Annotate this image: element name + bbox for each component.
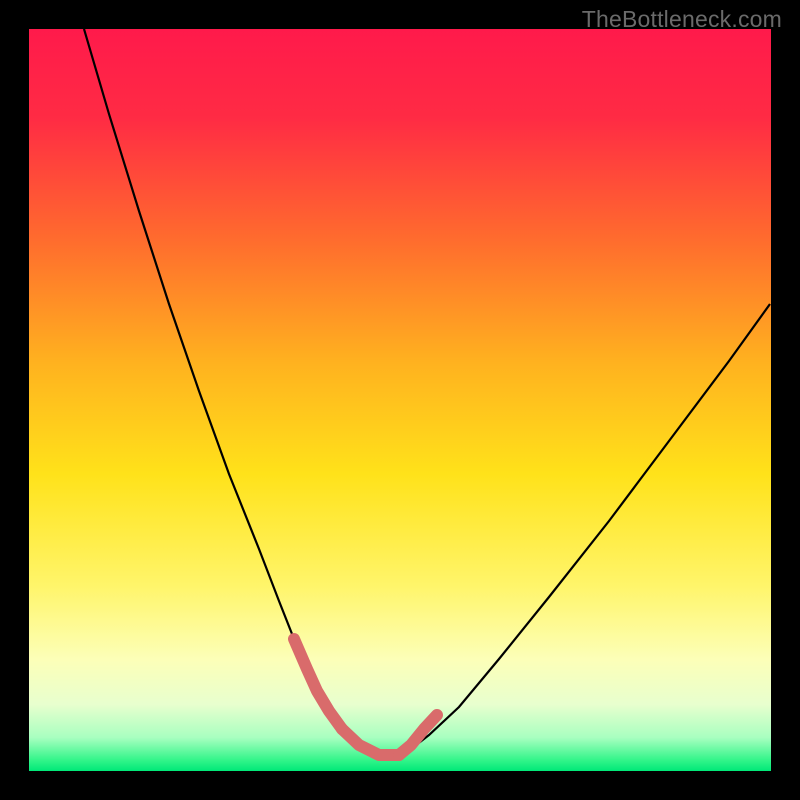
series-highlight-bottom	[342, 729, 399, 755]
watermark-text: TheBottleneck.com	[582, 6, 782, 33]
series-highlight-right	[399, 715, 437, 755]
chart-stage: TheBottleneck.com	[0, 0, 800, 800]
series-highlight-left	[294, 639, 342, 729]
plot-area	[29, 29, 771, 771]
curve-layer	[29, 29, 771, 771]
series-bottleneck-curve	[84, 29, 770, 755]
